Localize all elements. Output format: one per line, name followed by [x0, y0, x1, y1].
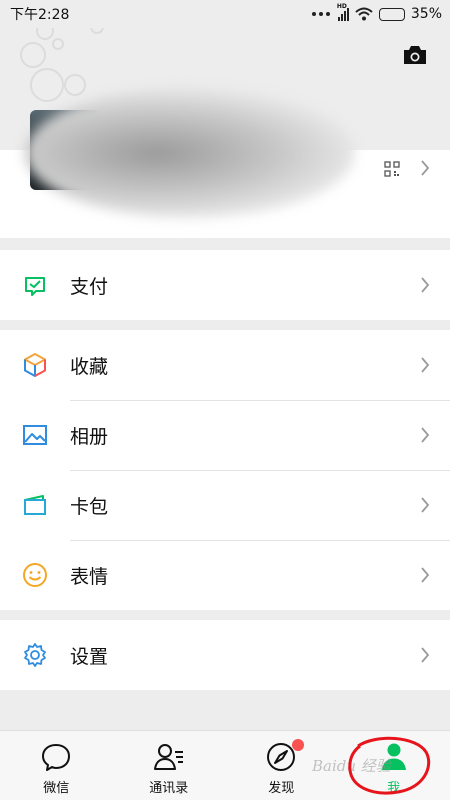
blurred-profile-name	[25, 88, 355, 218]
bottom-tab-bar: 微信 通讯录 发现 我	[0, 730, 450, 800]
decorative-bubble	[52, 38, 64, 50]
menu-item-label: 设置	[70, 645, 109, 668]
chevron-right-icon	[421, 357, 430, 373]
chevron-right-icon	[421, 497, 430, 513]
menu-group-main: 收藏 相册 卡包 表情	[0, 330, 450, 610]
tab-label: 微信	[43, 781, 70, 796]
menu-item-album[interactable]: 相册	[0, 400, 450, 470]
wifi-icon	[355, 7, 373, 21]
menu-item-label: 收藏	[70, 355, 109, 378]
status-indicators: HD 35%	[311, 3, 442, 22]
chevron-right-icon	[421, 647, 430, 663]
chevron-right-icon	[421, 427, 430, 443]
menu-item-label: 相册	[70, 425, 109, 448]
tab-me[interactable]: 我	[338, 731, 450, 800]
network-type: HD	[336, 2, 347, 10]
decorative-bubble	[30, 68, 64, 102]
chat-bubble-icon	[42, 744, 71, 771]
sticker-smile-icon	[23, 563, 47, 587]
tab-label: 发现	[268, 781, 295, 796]
decorative-bubble	[64, 74, 86, 96]
signal-icon: HD	[337, 3, 349, 21]
menu-item-label: 支付	[70, 275, 109, 298]
tab-label: 我	[387, 781, 401, 796]
settings-gear-icon	[24, 643, 46, 667]
menu-item-label: 卡包	[70, 495, 109, 518]
chevron-right-icon	[421, 277, 430, 293]
tab-contacts[interactable]: 通讯录	[113, 731, 226, 800]
wechat-pay-icon	[25, 277, 45, 296]
menu-item-pay[interactable]: 支付	[0, 250, 450, 320]
me-person-icon	[381, 743, 406, 770]
camera-icon[interactable]	[402, 44, 428, 66]
menu-item-card-wallet[interactable]: 卡包	[0, 470, 450, 540]
status-bar: 下午2:28 HD 35%	[0, 0, 450, 28]
decorative-bubble	[20, 42, 46, 68]
tab-discover[interactable]: 发现	[225, 731, 338, 800]
profile-card[interactable]	[0, 88, 450, 238]
battery-percent: 35%	[410, 6, 442, 22]
menu-group-settings: 设置	[0, 620, 450, 690]
battery-icon	[378, 7, 405, 21]
album-icon	[23, 425, 47, 445]
card-wallet-icon	[24, 495, 46, 515]
chevron-right-icon	[421, 160, 430, 176]
menu-item-label: 表情	[70, 565, 109, 588]
qrcode-icon[interactable]	[384, 161, 400, 177]
menu-item-favorites[interactable]: 收藏	[0, 330, 450, 400]
status-time: 下午2:28	[10, 7, 70, 23]
favorites-cube-icon	[24, 353, 46, 377]
tab-chats[interactable]: 微信	[0, 731, 113, 800]
more-dots-icon	[311, 12, 330, 16]
discover-badge-dot	[292, 739, 304, 751]
tab-label: 通讯录	[149, 781, 189, 796]
decorative-bubble	[90, 28, 104, 34]
menu-item-settings[interactable]: 设置	[0, 620, 450, 690]
contacts-icon	[153, 744, 183, 770]
decorative-bubble	[36, 28, 54, 40]
menu-group-pay: 支付	[0, 250, 450, 320]
chevron-right-icon	[421, 567, 430, 583]
menu-item-stickers[interactable]: 表情	[0, 540, 450, 610]
